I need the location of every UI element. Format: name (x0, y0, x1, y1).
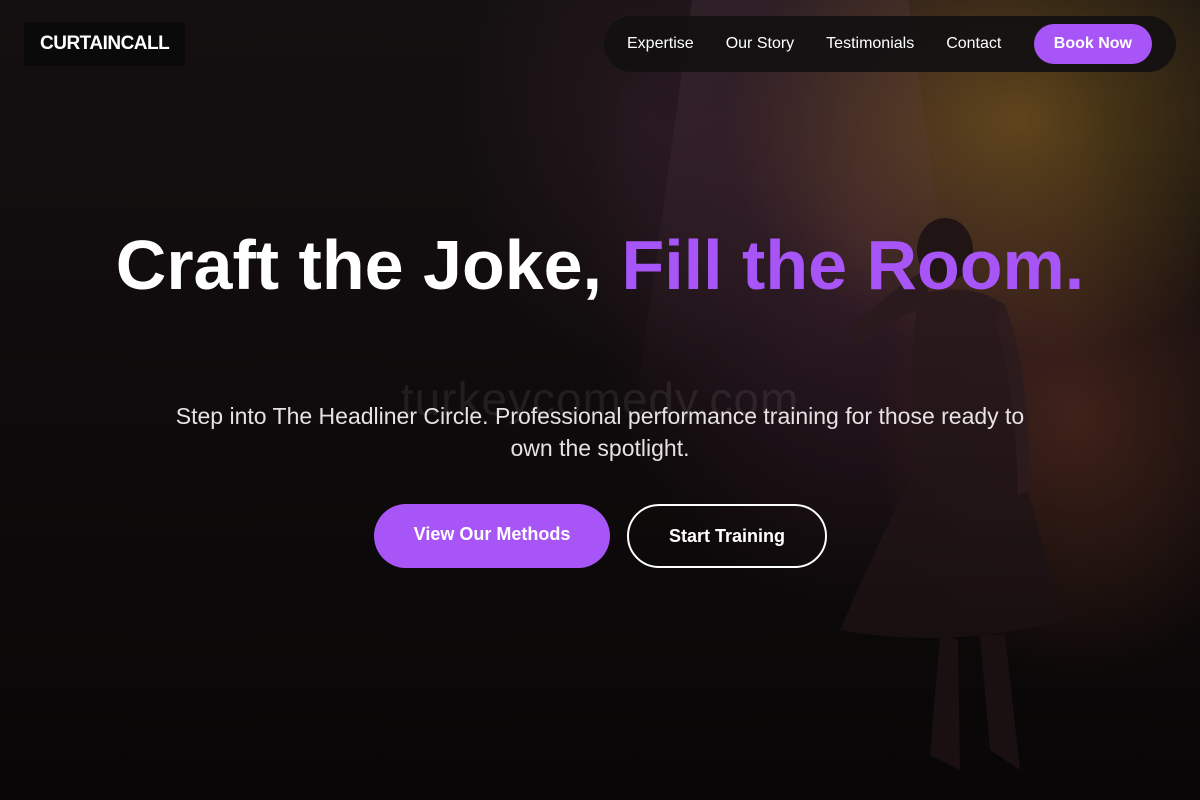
nav-link-expertise[interactable]: Expertise (627, 35, 694, 53)
main-nav: Expertise Our Story Testimonials Contact… (604, 16, 1176, 72)
nav-link-testimonials[interactable]: Testimonials (826, 35, 914, 53)
hero-subtitle: Step into The Headliner Circle. Professi… (175, 403, 1025, 461)
book-now-button[interactable]: Book Now (1033, 24, 1152, 64)
hero-title: Craft the Joke, Fill the Room. (0, 228, 1200, 302)
hero-title-main: Craft the Joke, (115, 226, 622, 304)
nav-link-our-story[interactable]: Our Story (726, 35, 794, 53)
view-methods-button[interactable]: View Our Methods (374, 504, 610, 568)
nav-link-contact[interactable]: Contact (946, 35, 1001, 53)
start-training-button[interactable]: Start Training (627, 504, 827, 568)
brand-logo[interactable]: CURTAINCALL (24, 22, 186, 66)
hero-title-accent: Fill the Room. (621, 226, 1085, 304)
hero-actions: View Our Methods Start Training (374, 504, 827, 568)
